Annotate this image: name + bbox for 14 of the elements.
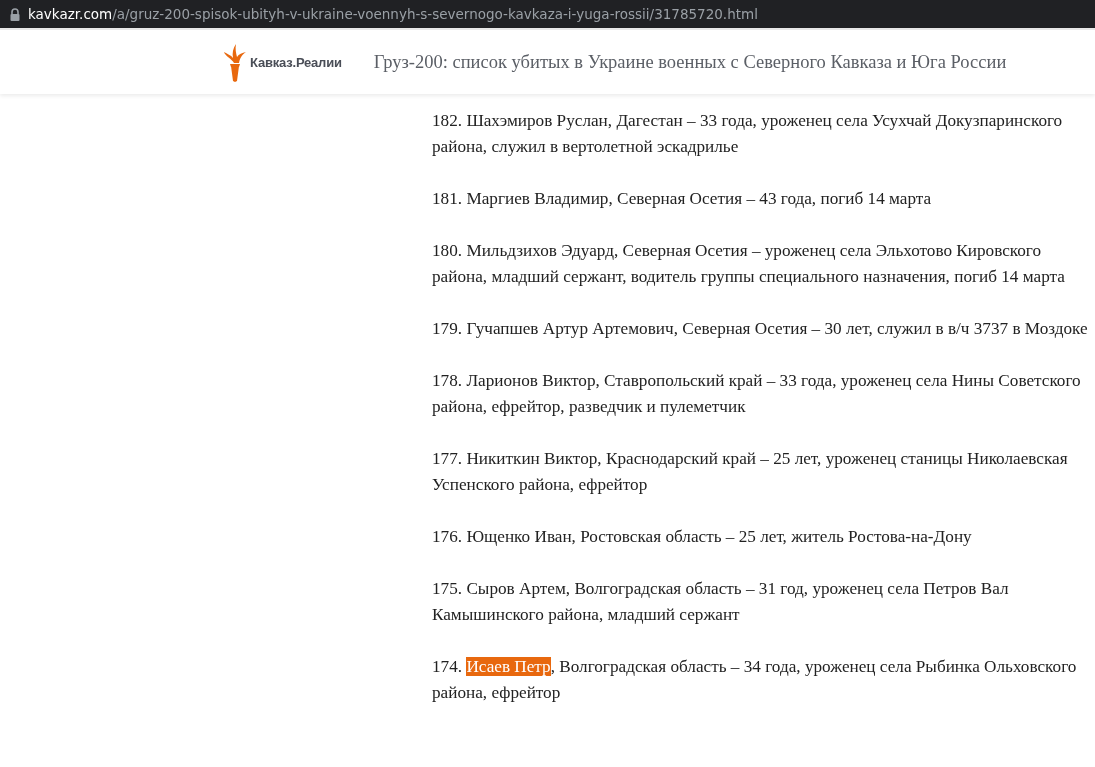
- list-entry: 175. Сыров Артем, Волгоградская область – 31 год, уроженец села Петров Вал Камышинского района, младший сержант: [432, 578, 1010, 626]
- list-entry: 180. Мильдзихов Эдуард, Северная Осетия – уроженец села Эльхотово Кировского района, младший сержант, водитель группы специального назначения, погиб 14 марта: [432, 240, 1066, 288]
- list-entry: 179. Гучапшев Артур Артемович, Северная Осетия – 30 лет, служил в в/ч 3737 в Моздоке: [432, 318, 1089, 340]
- site-logo[interactable]: Кавказ.Реалии: [222, 42, 342, 82]
- list-entry: 174. Исаев Петр, Волгоградская область – 34 года, уроженец села Рыбинка Ольховского района, ефрейтор: [432, 656, 1078, 704]
- list-entry: 177. Никиткин Виктор, Краснодарский край – 25 лет, уроженец станицы Николаевская Успенского района, ефрейтор: [432, 448, 1069, 496]
- list-entry: 178. Ларионов Виктор, Ставропольский край – 33 года, уроженец села Нины Советского района, ефрейтор, разведчик и пулеметчик: [432, 370, 1082, 418]
- list-entry: 182. Шахэмиров Руслан, Дагестан – 33 года, уроженец села Усухчай Докузпаринского района, служил в вертолетной эскадрилье: [432, 110, 1064, 158]
- list-entry: 181. Маргиев Владимир, Северная Осетия – 43 года, погиб 14 марта: [432, 188, 933, 210]
- lock-icon: [10, 7, 20, 21]
- url-text[interactable]: kavkazr.com/a/gruz-200-spisok-ubityh-v-ukraine-voennyh-s-severnogo-kavkaza-i-yuga-rossii/31785720.html: [28, 6, 758, 22]
- article-title: Груз-200: список убитых в Украине военных с Северного Кавказа и Юга России: [373, 51, 1007, 73]
- torch-icon: [222, 42, 248, 82]
- list-entry: 176. Ющенко Иван, Ростовская область – 25 лет, житель Ростова-на-Дону: [432, 526, 973, 548]
